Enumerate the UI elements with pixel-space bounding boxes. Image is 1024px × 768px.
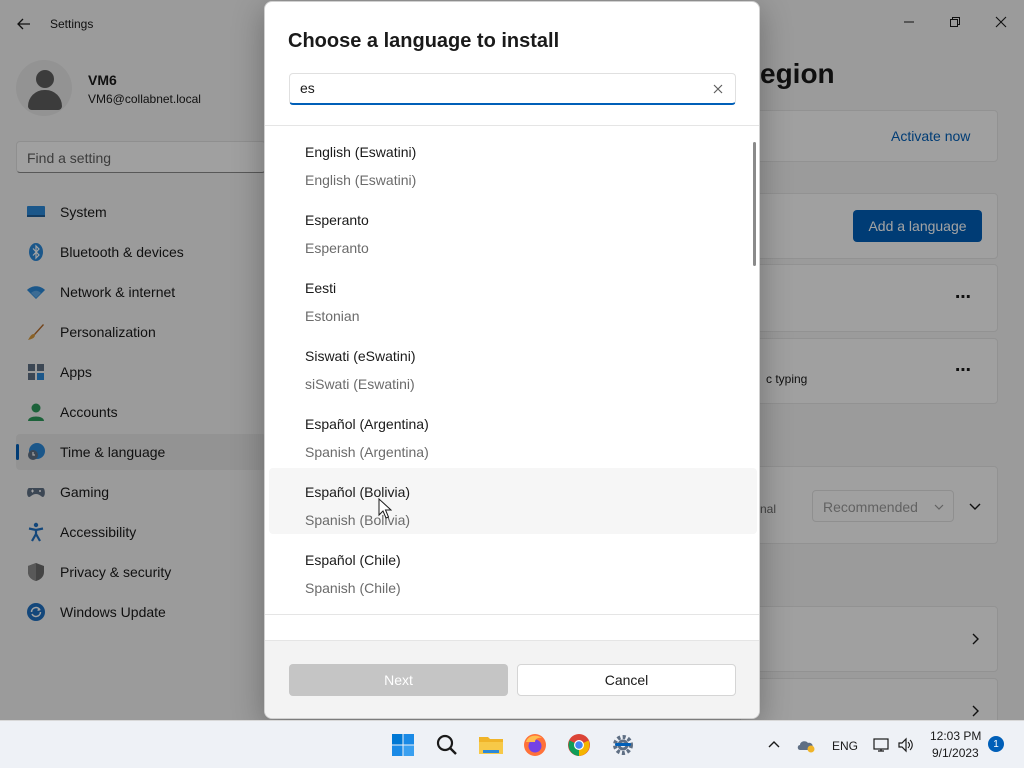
language-english-name: siSwati (Eswatini) [305, 376, 415, 392]
search-icon [436, 734, 457, 755]
clock-date[interactable]: 9/1/2023 [932, 746, 979, 760]
language-english-name: Esperanto [305, 240, 369, 256]
chrome-icon [568, 734, 590, 756]
notification-badge[interactable]: 1 [988, 736, 1004, 752]
mouse-cursor-icon [378, 498, 392, 519]
language-english-name: Spanish (Chile) [305, 580, 401, 596]
cancel-button[interactable]: Cancel [517, 664, 736, 696]
active-app-indicator [615, 743, 631, 746]
volume-icon [898, 737, 913, 753]
chrome-button[interactable] [563, 729, 595, 761]
language-native-name: Español (Argentina) [305, 416, 429, 432]
dialog-title: Choose a language to install [288, 30, 560, 52]
language-list: English (Eswatini) English (Eswatini) Es… [265, 126, 759, 614]
language-search-box[interactable] [289, 73, 736, 105]
language-option[interactable]: Español (Chile) Spanish (Chile) [269, 540, 757, 606]
language-option[interactable]: Español (Argentina) Spanish (Argentina) [269, 404, 757, 470]
language-english-name: Spanish (Argentina) [305, 444, 429, 460]
taskbar-search-button[interactable] [431, 729, 463, 761]
language-list-scrollbar[interactable] [753, 142, 756, 266]
file-explorer-button[interactable] [475, 729, 507, 761]
divider [265, 614, 759, 615]
language-option[interactable]: English (Eswatini) English (Eswatini) [269, 132, 757, 198]
language-option[interactable]: Eesti Estonian [269, 268, 757, 334]
language-native-name: English (Eswatini) [305, 144, 417, 160]
language-native-name: Eesti [305, 280, 337, 296]
clock-time[interactable]: 12:03 PM [930, 729, 981, 743]
volume-button[interactable] [892, 729, 920, 761]
taskbar: ENG 12:03 PM 9/1/2023 [0, 720, 1024, 768]
language-option-hovered[interactable]: Español (Bolivia) Spanish (Bolivia) [269, 468, 757, 534]
file-explorer-icon [479, 737, 503, 754]
next-button[interactable]: Next [289, 664, 508, 696]
language-option[interactable]: Esperanto Esperanto [269, 200, 757, 266]
onedrive-button[interactable] [790, 729, 822, 761]
network-icon [873, 738, 889, 752]
language-native-name: Esperanto [305, 212, 369, 228]
language-search-input[interactable] [300, 80, 690, 96]
start-button[interactable] [387, 729, 419, 761]
language-native-name: Siswati (eSwatini) [305, 348, 416, 364]
firefox-icon [524, 734, 546, 756]
show-hidden-icons-button[interactable] [758, 729, 790, 761]
language-english-name: Estonian [305, 308, 360, 324]
language-indicator[interactable]: ENG [832, 739, 858, 753]
onedrive-icon [797, 741, 815, 753]
language-english-name: English (Eswatini) [305, 172, 417, 188]
choose-language-dialog: Choose a language to install English (Es… [264, 1, 760, 719]
chevron-up-icon [768, 741, 780, 748]
language-native-name: Español (Bolivia) [305, 484, 411, 500]
language-native-name: Español (Chile) [305, 552, 401, 568]
firefox-button[interactable] [519, 729, 551, 761]
clear-search-icon[interactable] [711, 82, 725, 96]
language-english-name: Spanish (Bolivia) [305, 512, 411, 528]
language-option[interactable]: Siswati (eSwatini) siSwati (Eswatini) [269, 336, 757, 402]
start-icon [392, 734, 414, 756]
